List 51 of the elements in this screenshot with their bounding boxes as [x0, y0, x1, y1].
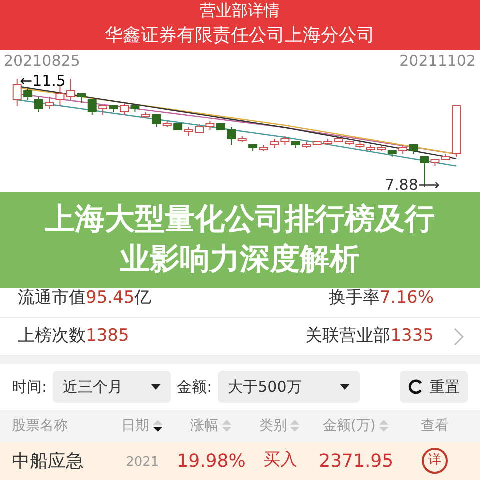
candlestick — [66, 78, 76, 100]
column-header: 日期 — [122, 416, 150, 436]
start-date: 20210825 — [4, 54, 80, 69]
filter-label: 时间: — [12, 376, 48, 398]
type-cell-text: 买入 — [263, 449, 298, 472]
table-row[interactable]: 中船应急 2021 19.98% 买入 2371.95 详 — [0, 442, 480, 480]
candlestick — [270, 138, 279, 148]
change-cell-text: 19.98% — [177, 450, 246, 474]
caret-icon — [340, 384, 350, 390]
candlestick — [184, 126, 194, 136]
high-price-label: ←11.5 — [20, 74, 66, 89]
filter-dropdown[interactable]: 近三个月 — [53, 371, 172, 403]
candlestick — [34, 96, 44, 112]
banner-title: 上海大型量化公司排行榜及行业影响力深度解析 — [44, 201, 436, 279]
caret-icon — [151, 384, 162, 390]
chevron-right-icon[interactable] — [454, 328, 464, 346]
column-header: 类别 — [259, 416, 288, 436]
candlestick — [195, 124, 204, 134]
branch-name: 华鑫证券有限责任公司上海分公司 — [105, 27, 375, 45]
candlestick — [120, 102, 129, 116]
filter-dropdown[interactable]: 大于500万 — [218, 371, 360, 403]
candlestick — [206, 120, 215, 130]
column-header: 涨幅 — [190, 416, 218, 436]
candlestick — [45, 96, 54, 110]
end-date: 20211102 — [400, 54, 476, 69]
candlestick — [345, 142, 354, 146]
reset-button[interactable]: 重置 — [400, 371, 468, 403]
page-title: 营业部详情 — [200, 3, 280, 19]
stock-name: 中船应急 — [12, 450, 84, 472]
stat-value: 流通市值95.45亿 — [18, 286, 152, 310]
candlestick — [24, 88, 33, 100]
detail-button[interactable]: 详 — [422, 448, 448, 474]
column-header: 股票名称 — [12, 416, 68, 436]
candlestick — [12, 78, 22, 106]
stat-value: 关联营业部1335 — [306, 324, 434, 348]
sort-icon[interactable] — [152, 419, 164, 433]
stat-value: 换手率7.16% — [328, 286, 434, 310]
column-header: 查看 — [420, 416, 449, 436]
candlestick — [409, 144, 418, 154]
candlestick — [98, 106, 108, 116]
date-cell-text: 2021 — [126, 454, 160, 472]
stat-value: 上榜次数1385 — [18, 324, 130, 348]
refresh-icon — [408, 379, 424, 395]
amount-cell-text: 2371.95 — [319, 450, 394, 474]
low-price-label: 7.88⟶ — [385, 178, 440, 193]
candlestick — [280, 136, 290, 146]
candlestick — [398, 144, 408, 154]
candlestick — [56, 84, 65, 106]
column-header: 金额(万) — [322, 416, 376, 436]
filter-label: 金额: — [177, 376, 212, 398]
candlestick — [452, 106, 462, 158]
